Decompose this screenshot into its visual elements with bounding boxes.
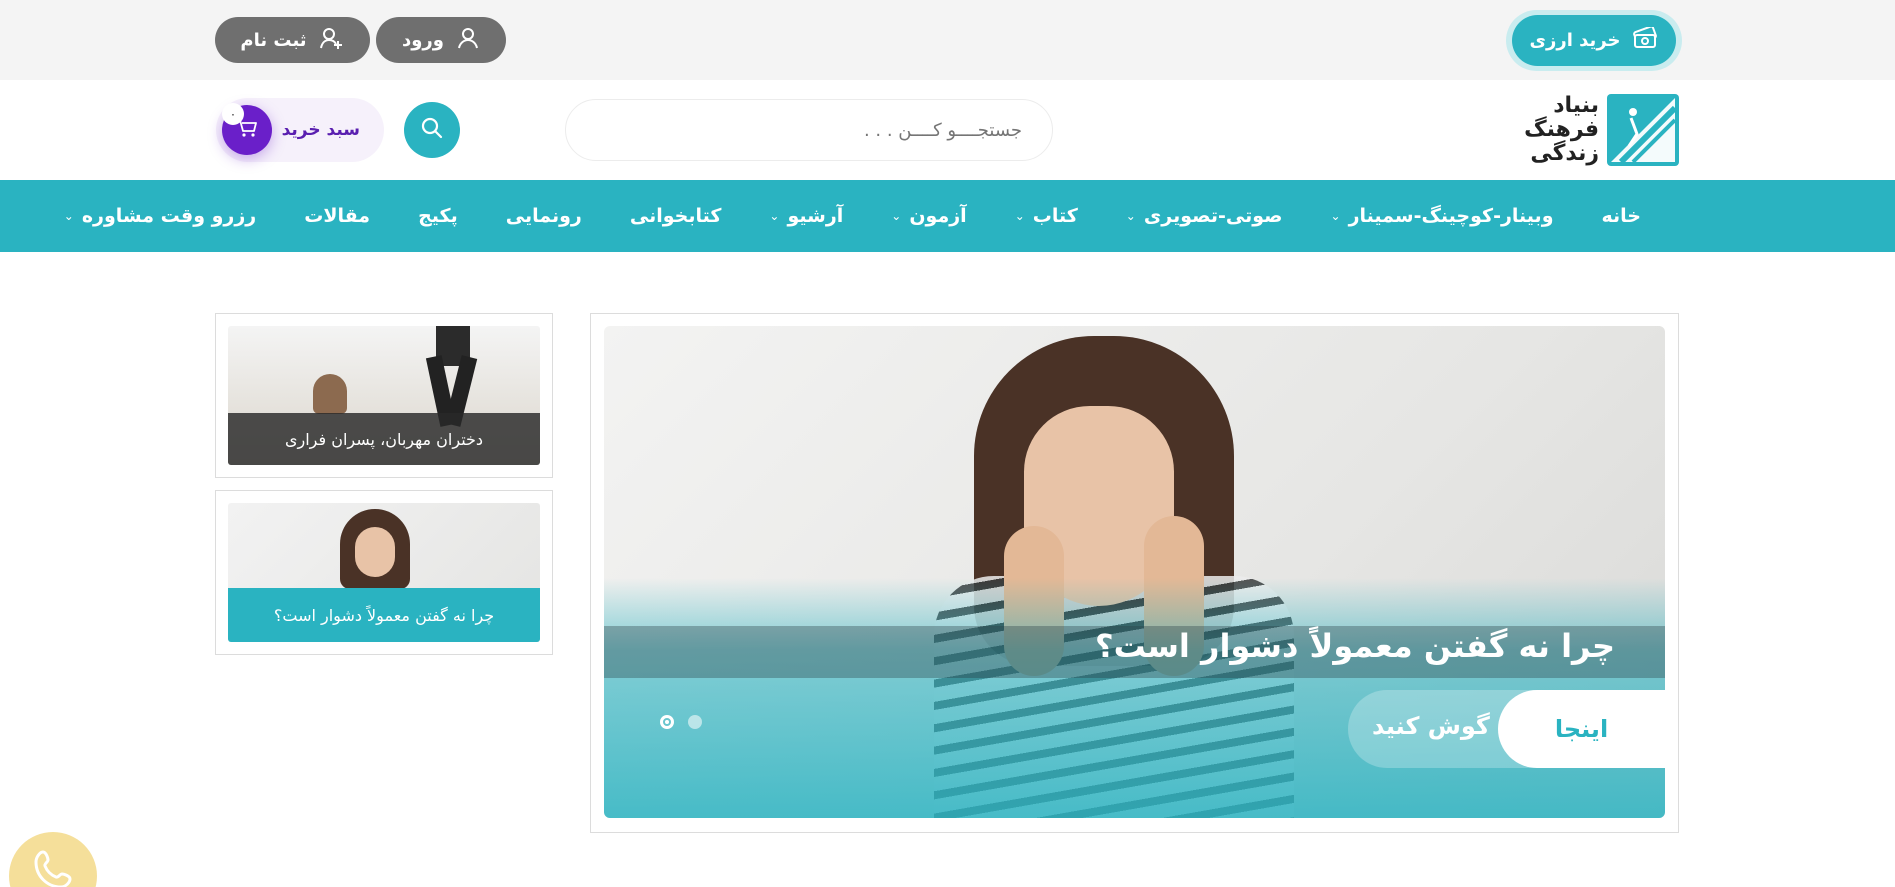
chevron-down-icon: ⌄: [1125, 209, 1136, 223]
register-button[interactable]: ثبت نام: [215, 17, 370, 63]
forex-purchase-label: خرید ارزی: [1529, 30, 1621, 51]
logo-text: بنیاد فرهنگ زندگی: [1524, 94, 1599, 166]
search-icon: [420, 116, 444, 144]
nav-item-label: وبینار-کوچینگ-سمینار: [1348, 205, 1554, 227]
cart-button[interactable]: سبد خرید ۰: [216, 98, 384, 162]
nav-item-quiz[interactable]: آزمون ⌄: [867, 205, 990, 227]
login-button[interactable]: ورود: [376, 17, 506, 63]
hero-slide-title: چرا نه گفتن معمولاً دشوار است؟: [1095, 627, 1615, 665]
cart-label: سبد خرید: [281, 120, 360, 140]
nav-item-label: کتابخوانی: [629, 205, 722, 227]
hero-slide[interactable]: چرا نه گفتن معمولاً دشوار است؟ گوش کنید …: [604, 326, 1665, 818]
nav-item-label: رزرو وقت مشاوره: [81, 205, 257, 227]
nav-item-label: خانه: [1601, 205, 1641, 227]
nav-item-label: پکیج: [418, 205, 458, 227]
chevron-down-icon: ⌄: [1330, 209, 1341, 223]
side-card-image: دختران مهربان، پسران فراری: [228, 326, 540, 465]
nav-item-consultation[interactable]: رزرو وقت مشاوره ⌄: [40, 205, 280, 227]
site-logo[interactable]: بنیاد فرهنگ زندگی: [1518, 92, 1679, 168]
logo-line-3: زندگی: [1530, 141, 1599, 166]
nav-item-label: آزمون: [909, 205, 967, 227]
user-icon: [456, 26, 480, 55]
main-nav: خانه وبینار-کوچینگ-سمینار ⌄ صوتی-تصویری ⌄ …: [0, 180, 1895, 252]
nav-item-audio-video[interactable]: صوتی-تصویری ⌄: [1102, 205, 1307, 227]
side-card-image: چرا نه گفتن معمولاً دشوار است؟: [228, 503, 540, 642]
money-icon: [1632, 25, 1658, 54]
call-button[interactable]: [9, 832, 97, 887]
chevron-down-icon: ⌄: [1014, 209, 1025, 223]
nav-item-unveiling[interactable]: رونمایی: [482, 205, 606, 227]
forex-purchase-button[interactable]: خرید ارزی: [1512, 15, 1676, 66]
nav-item-package[interactable]: پکیج: [394, 205, 482, 227]
listen-label: گوش کنید: [1372, 712, 1490, 740]
nav-item-label: آرشیو: [787, 205, 844, 227]
logo-mark-icon: [1607, 94, 1679, 166]
logo-line-2: فرهنگ: [1524, 117, 1599, 142]
logo-line-1: بنیاد: [1553, 93, 1599, 118]
chevron-down-icon: ⌄: [891, 209, 902, 223]
side-card-caption: دختران مهربان، پسران فراری: [228, 413, 540, 465]
nav-item-label: رونمایی: [505, 205, 582, 227]
nav-item-label: مقالات: [304, 205, 371, 227]
search-input[interactable]: [566, 119, 1052, 141]
nav-item-label: کتاب: [1032, 205, 1078, 227]
side-card[interactable]: دختران مهربان، پسران فراری: [215, 313, 553, 478]
nav-item-archive[interactable]: آرشیو ⌄: [745, 205, 867, 227]
side-card[interactable]: چرا نه گفتن معمولاً دشوار است؟: [215, 490, 553, 655]
slider-dot[interactable]: [688, 715, 702, 729]
forex-purchase-button-halo: خرید ارزی: [1506, 10, 1682, 71]
nav-item-articles[interactable]: مقالات: [280, 205, 394, 227]
login-label: ورود: [402, 29, 444, 51]
chevron-down-icon: ⌄: [769, 209, 780, 223]
user-add-icon: [319, 26, 345, 55]
nav-item-webinar[interactable]: وبینار-کوچینگ-سمینار ⌄: [1307, 205, 1578, 227]
top-bar: خرید ارزی ورود ثبت نام: [0, 0, 1895, 80]
slider-dot-active[interactable]: [660, 715, 674, 729]
nav-item-home[interactable]: خانه: [1578, 205, 1665, 227]
cart-icon-badge: ۰: [222, 103, 272, 155]
nav-item-label: صوتی-تصویری: [1143, 205, 1283, 227]
nav-items: خانه وبینار-کوچینگ-سمینار ⌄ صوتی-تصویری ⌄ …: [40, 180, 1665, 252]
cart-count-badge: ۰: [222, 103, 244, 125]
side-card-caption: چرا نه گفتن معمولاً دشوار است؟: [228, 588, 540, 642]
phone-icon: [29, 846, 77, 887]
search-box: [565, 99, 1053, 161]
site-header: بنیاد فرهنگ زندگی سبد خرید ۰: [0, 80, 1895, 180]
register-label: ثبت نام: [240, 29, 307, 51]
listen-here-button[interactable]: اینجا: [1498, 690, 1665, 768]
search-button[interactable]: [404, 102, 460, 158]
chevron-down-icon: ⌄: [63, 209, 74, 223]
nav-item-book[interactable]: کتاب ⌄: [991, 205, 1102, 227]
nav-item-reading[interactable]: کتابخوانی: [606, 205, 746, 227]
